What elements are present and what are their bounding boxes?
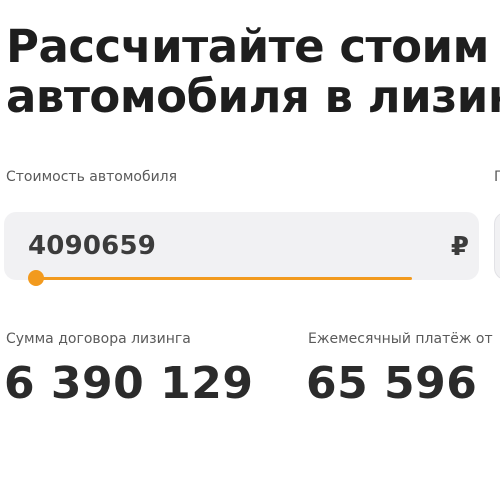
- monthly-payment-label: Ежемесячный платёж от: [308, 331, 493, 347]
- next-field-label: П: [494, 169, 500, 185]
- leasing-calculator: Рассчитайте стоим автомобиля в лизин Сто…: [0, 0, 500, 500]
- contract-sum-value: 6 390 129: [4, 358, 254, 409]
- page-title: Рассчитайте стоим автомобиля в лизин: [6, 22, 500, 122]
- car-cost-slider-handle[interactable]: [28, 270, 44, 286]
- ruble-currency-icon: ₽: [450, 232, 469, 262]
- next-field-input[interactable]: [494, 212, 500, 280]
- contract-sum-label: Сумма договора лизинга: [6, 331, 191, 347]
- monthly-payment-value: 65 596: [306, 358, 478, 409]
- car-cost-slider-track[interactable]: [36, 277, 412, 280]
- page-title-line-1: Рассчитайте стоим: [6, 20, 489, 73]
- car-cost-value[interactable]: 4090659: [28, 231, 156, 261]
- page-title-line-2: автомобиля в лизин: [6, 70, 500, 123]
- car-cost-label: Стоимость автомобиля: [6, 169, 178, 185]
- car-cost-input[interactable]: 4090659 ₽: [4, 212, 479, 280]
